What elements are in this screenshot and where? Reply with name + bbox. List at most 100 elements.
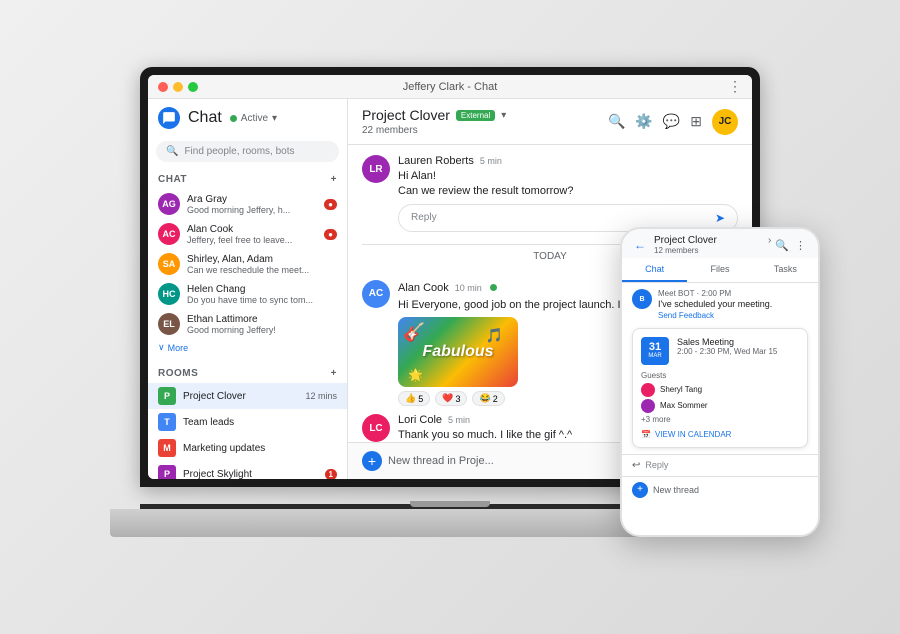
phone-bot-link[interactable]: Send Feedback <box>658 311 772 320</box>
room-item-2[interactable]: M Marketing updates <box>148 435 347 461</box>
room-avatar-1: T <box>158 413 176 431</box>
scene: Jeffery Clark - Chat ⋮ Chat <box>60 37 840 597</box>
traffic-light-yellow[interactable] <box>173 82 183 92</box>
cal-day-num: 31 <box>649 342 661 353</box>
status-dropdown-icon: ▾ <box>272 113 277 124</box>
chat-item-name-3: Helen Chang <box>187 284 337 295</box>
status-dot <box>230 115 237 122</box>
reaction-count-1: 3 <box>455 394 460 404</box>
status-label: Active <box>241 113 268 124</box>
search-icon-header[interactable]: 🔍 <box>608 113 625 130</box>
guest-name-1: Max Sommer <box>660 401 708 410</box>
avatar-alan-cook: AC <box>158 223 180 245</box>
traffic-light-red[interactable] <box>158 82 168 92</box>
laptop-notch <box>410 501 490 507</box>
room-title-row: Project Clover External ▾ <box>362 107 506 123</box>
grid-icon-header[interactable]: ⊞ <box>690 113 702 130</box>
calendar-icon: 📅 <box>641 430 651 439</box>
cal-time: 2:00 - 2:30 PM, Wed Mar 15 <box>677 347 777 356</box>
phone-room-title: Project Clover <box>654 235 766 246</box>
room-item-1[interactable]: T Team leads <box>148 409 347 435</box>
guests-label: Guests <box>641 371 799 380</box>
chat-more-link[interactable]: ∨ More <box>148 339 347 356</box>
chat-icon-header[interactable]: 💬 <box>663 113 680 130</box>
message-group-0: LR Lauren Roberts 5 min Hi Alan!Can we r… <box>362 155 738 232</box>
guest-row-1: Max Sommer <box>641 399 799 413</box>
calendar-date-box: 31 MAR <box>641 337 669 365</box>
reaction-2[interactable]: 😂 2 <box>472 391 504 406</box>
traffic-light-green[interactable] <box>188 82 198 92</box>
reaction-1[interactable]: ❤️ 3 <box>435 391 467 406</box>
msg-author-2: Lori Cole <box>398 414 442 426</box>
phone-tab-chat-label: Chat <box>645 264 664 274</box>
guest-avatar-1 <box>641 399 655 413</box>
gif-text: Fabulous <box>422 343 493 361</box>
reaction-0[interactable]: 👍 5 <box>398 391 430 406</box>
chat-item-name-2: Shirley, Alan, Adam <box>187 254 337 265</box>
chevron-down-icon: ∨ <box>158 342 165 353</box>
phone-new-thread-label: New thread <box>653 485 699 495</box>
chat-item-preview-3: Do you have time to sync tom... <box>187 295 337 305</box>
room-settings-arrow[interactable]: ▾ <box>501 110 506 121</box>
chat-item-4[interactable]: EL Ethan Lattimore Good morning Jeffery! <box>148 309 347 339</box>
phone-tabs: Chat Files Tasks <box>622 258 818 283</box>
room-time-0: 12 mins <box>305 391 337 401</box>
members-count: 22 members <box>362 125 506 136</box>
phone-reply-bar[interactable]: ↩ Reply <box>622 454 818 476</box>
phone-back-icon[interactable]: ← <box>634 238 646 252</box>
room-info: Project Clover External ▾ 22 members <box>362 107 506 136</box>
search-bar[interactable]: 🔍 Find people, rooms, bots <box>156 141 339 162</box>
chat-item-0[interactable]: AG Ara Gray Good morning Jeffery, h... ● <box>148 189 347 219</box>
rooms-add-btn[interactable]: + <box>331 368 337 379</box>
phone-search-icon[interactable]: 🔍 <box>775 239 789 252</box>
status-badge[interactable]: Active ▾ <box>230 113 277 124</box>
chat-item-1[interactable]: AC Alan Cook Jeffery, feel free to leave… <box>148 219 347 249</box>
settings-icon-header[interactable]: ⚙️ <box>635 113 652 130</box>
header-actions: 🔍 ⚙️ 💬 ⊞ JC <box>608 109 738 135</box>
phone-bot-label: Meet BOT · 2:00 PM <box>658 289 772 298</box>
chat-item-content-1: Alan Cook Jeffery, feel free to leave... <box>187 224 317 245</box>
phone-new-thread-plus[interactable]: + <box>632 482 648 498</box>
room-avatar-3: P <box>158 465 176 479</box>
phone-new-thread[interactable]: + New thread <box>622 476 818 503</box>
chat-item-preview-1: Jeffery, feel free to leave... <box>187 235 317 245</box>
phone-title-row: Project Clover › <box>654 235 771 246</box>
chat-item-name-1: Alan Cook <box>187 224 317 235</box>
room-item-3[interactable]: P Project Skylight 1 <box>148 461 347 479</box>
chat-add-btn[interactable]: + <box>331 174 337 185</box>
chat-item-content-0: Ara Gray Good morning Jeffery, h... <box>187 194 317 215</box>
phone-tab-files[interactable]: Files <box>687 258 752 282</box>
chat-item-2[interactable]: SA Shirley, Alan, Adam Can we reschedule… <box>148 249 347 279</box>
chat-section: CHAT + AG Ara Gray Good morning Jeffery,… <box>148 166 347 360</box>
msg-content-0: Lauren Roberts 5 min Hi Alan!Can we revi… <box>398 155 738 232</box>
phone-bot-content: Meet BOT · 2:00 PM I've scheduled your m… <box>658 289 772 320</box>
guest-avatar-0 <box>641 383 655 397</box>
chat-item-name-0: Ara Gray <box>187 194 317 205</box>
rooms-section-header: ROOMS + <box>148 364 347 383</box>
rooms-section: ROOMS + P Project Clover 12 mins T Team … <box>148 360 347 479</box>
chat-item-preview-4: Good morning Jeffery! <box>187 325 337 335</box>
window-menu-dots[interactable]: ⋮ <box>728 78 742 95</box>
user-avatar[interactable]: JC <box>712 109 738 135</box>
phone-room-info: Project Clover › 12 members <box>650 235 771 255</box>
room-item-0[interactable]: P Project Clover 12 mins <box>148 383 347 409</box>
avatar-group: SA <box>158 253 180 275</box>
new-thread-plus-btn[interactable]: + <box>362 451 382 471</box>
chat-item-preview-0: Good morning Jeffery, h... <box>187 205 317 215</box>
cal-month: MAR <box>648 353 661 359</box>
phone-tab-chat[interactable]: Chat <box>622 258 687 282</box>
phone-room-arrow: › <box>768 235 771 246</box>
room-name-3: Project Skylight <box>183 469 318 480</box>
day-divider-text: TODAY <box>533 251 567 262</box>
phone-more-icon[interactable]: ⋮ <box>795 239 806 252</box>
unread-badge-1: ● <box>324 229 337 240</box>
phone-bot-avatar: B <box>632 289 652 309</box>
guest-row-0: Sheryl Tang <box>641 383 799 397</box>
guest-name-0: Sheryl Tang <box>660 385 702 394</box>
view-cal-btn[interactable]: 📅 VIEW IN CALENDAR <box>641 430 799 439</box>
calendar-header: 31 MAR Sales Meeting 2:00 - 2:30 PM, Wed… <box>641 337 799 365</box>
phone-tab-tasks[interactable]: Tasks <box>753 258 818 282</box>
chat-item-content-3: Helen Chang Do you have time to sync tom… <box>187 284 337 305</box>
sidebar: Chat Active ▾ 🔍 Find people, rooms, bots <box>148 99 348 479</box>
chat-item-3[interactable]: HC Helen Chang Do you have time to sync … <box>148 279 347 309</box>
